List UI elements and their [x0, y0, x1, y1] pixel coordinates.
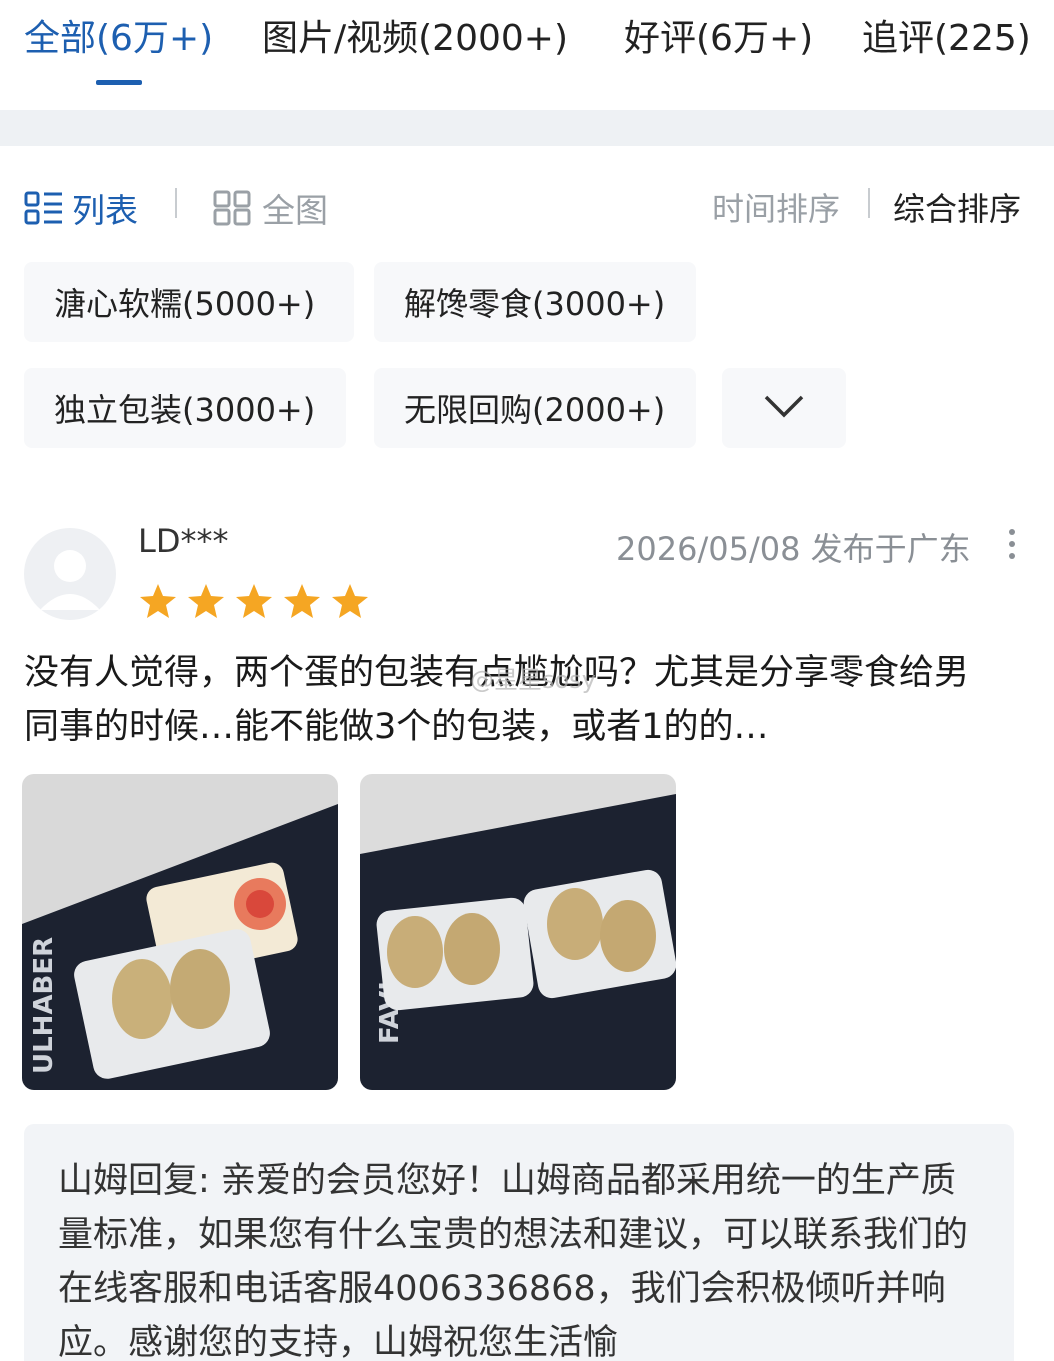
tab-all[interactable]: 全部(6万+)	[24, 14, 213, 64]
tag-chip-3[interactable]: 独立包装(3000+)	[24, 368, 346, 448]
merchant-reply-text: 山姆回复: 亲爱的会员您好！山姆商品都采用统一的生产质量标准，如果您有什么宝贵的…	[58, 1161, 969, 1361]
expand-tags-button[interactable]	[722, 368, 846, 448]
tab-media[interactable]: 图片/视频(2000+)	[262, 14, 568, 64]
sort-divider	[868, 188, 870, 218]
chevron-down-icon	[763, 393, 805, 423]
reviewer-name: LD***	[138, 522, 229, 560]
sort-by-time[interactable]: 时间排序	[712, 184, 840, 230]
avatar[interactable]	[24, 528, 116, 620]
watermark: @星星sosy	[470, 666, 596, 694]
view-divider	[175, 188, 177, 218]
tag-chip-4[interactable]: 无限回购(2000+)	[374, 368, 696, 448]
more-options-icon[interactable]	[1002, 524, 1022, 564]
review-tabs: 全部(6万+) 图片/视频(2000+) 好评(6万+) 追评(225)	[0, 0, 1054, 110]
grid-view-label: 全图	[262, 191, 328, 230]
tag-chip-2[interactable]: 解馋零食(3000+)	[374, 262, 696, 342]
active-tab-indicator	[96, 80, 142, 85]
svg-text:ULHABER: ULHABER	[29, 937, 59, 1074]
tab-followup[interactable]: 追评(225)	[862, 14, 1031, 64]
view-sort-bar: 列表 全图 时间排序 综合排序	[0, 146, 1054, 256]
review-photo-1[interactable]: ULHABER	[22, 774, 338, 1090]
grid-view-toggle[interactable]: 全图	[212, 184, 328, 232]
star-icon	[330, 582, 370, 624]
section-divider	[0, 110, 1054, 146]
tab-positive[interactable]: 好评(6万+)	[624, 14, 813, 64]
star-icon	[138, 582, 178, 624]
star-icon	[186, 582, 226, 624]
merchant-reply: 山姆回复: 亲爱的会员您好！山姆商品都采用统一的生产质量标准，如果您有什么宝贵的…	[24, 1124, 1014, 1361]
list-icon	[24, 190, 64, 226]
review-date-location: 2026/05/08 发布于广东	[616, 530, 971, 568]
star-rating	[138, 582, 370, 624]
grid-icon	[212, 190, 252, 226]
star-icon	[234, 582, 274, 624]
review-photo-2[interactable]: FAVI	[360, 774, 676, 1090]
sort-by-overall[interactable]: 综合排序	[893, 184, 1021, 230]
tag-chip-1[interactable]: 溏心软糯(5000+)	[24, 262, 354, 342]
list-view-toggle[interactable]: 列表	[24, 184, 138, 232]
star-icon	[282, 582, 322, 624]
list-view-label: 列表	[72, 191, 138, 230]
